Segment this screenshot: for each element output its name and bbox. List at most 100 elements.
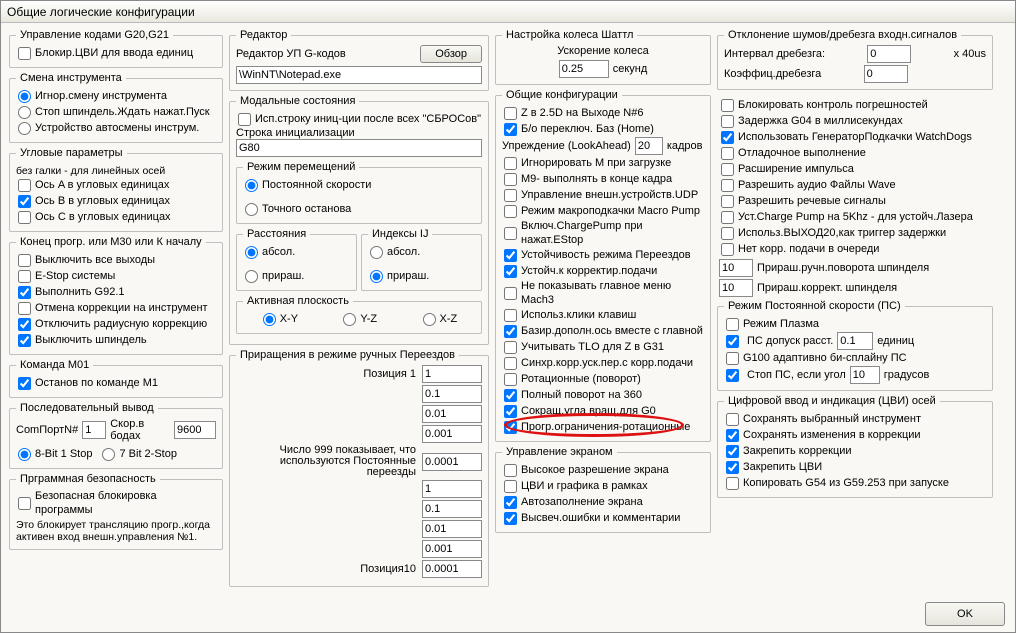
- savetool-checkbox[interactable]: Сохранять выбранный инструмент: [724, 411, 986, 427]
- lookahead-input[interactable]: [635, 137, 663, 155]
- dist-abs-radio[interactable]: абсол.: [243, 244, 295, 260]
- speak-checkbox[interactable]: Разрешить речевые сигналы: [719, 193, 991, 209]
- auto-change-radio[interactable]: Устройство автосмены инструм.: [16, 120, 216, 136]
- inc-6-input[interactable]: [422, 480, 482, 498]
- fullrot-checkbox[interactable]: Полный поворот на 360: [502, 387, 704, 403]
- inc-8-input[interactable]: [422, 520, 482, 538]
- ij-abs-radio[interactable]: абсол.: [368, 244, 420, 260]
- init-reset-checkbox[interactable]: Исп.строку иниц-ции после всех "СБРОСов": [236, 111, 482, 127]
- nohome-checkbox[interactable]: Б/о переключ. Баз (Home): [502, 121, 704, 137]
- plane-xy-radio[interactable]: X-Y: [261, 311, 298, 327]
- copyg54-checkbox[interactable]: Копировать G54 из G59.253 при запуске: [724, 475, 986, 491]
- debug-checkbox[interactable]: Отладочное выполнение: [719, 145, 991, 161]
- inc-1-input[interactable]: [422, 365, 482, 383]
- shortrot-checkbox[interactable]: Сокращ.угла вращ.для G0: [502, 403, 704, 419]
- spindleoff-checkbox[interactable]: Выключить шпиндель: [16, 332, 216, 348]
- stopangle-input[interactable]: [850, 366, 880, 384]
- inc-5-input[interactable]: [422, 453, 482, 471]
- lockcorr-checkbox[interactable]: Закрепить коррекции: [724, 443, 986, 459]
- shuttle-accel-label: Ускорение колеса: [502, 45, 704, 57]
- feedcorr-checkbox[interactable]: Устойч.к корректир.подачи: [502, 263, 704, 279]
- proglimit-checkbox[interactable]: Прогр.ограничения-ротационные: [502, 419, 704, 435]
- plasma-checkbox[interactable]: Режим Плазма: [724, 316, 986, 332]
- noise-coeff-label: Коэффиц.дребезга: [724, 68, 821, 80]
- autofill-checkbox[interactable]: Автозаполнение экрана: [502, 494, 704, 510]
- axis-a-checkbox[interactable]: Ось A в угловых единицах: [16, 177, 216, 193]
- constvel-radio[interactable]: Постоянной скорости: [243, 177, 371, 193]
- m9end-checkbox[interactable]: M9- выполнять в конце кадра: [502, 171, 704, 187]
- init-string-input[interactable]: [236, 139, 482, 157]
- jogstable-checkbox[interactable]: Устойчивость режима Переездов: [502, 247, 704, 263]
- impext-checkbox[interactable]: Расширение импульса: [719, 161, 991, 177]
- group-safety: Прграммная безопасность Безопасная блоки…: [9, 473, 223, 550]
- spcorrinc-label: Прираш.коррект. шпинделя: [757, 282, 897, 294]
- inc-2-input[interactable]: [422, 385, 482, 403]
- inc-3-input[interactable]: [422, 405, 482, 423]
- dist-inc-radio[interactable]: прираш.: [243, 268, 304, 284]
- angular-note: без галки - для линейных осей: [16, 165, 216, 177]
- lockacc-checkbox[interactable]: Блокировать контроль погрешностей: [719, 97, 991, 113]
- watchdog-checkbox[interactable]: Использовать ГенераторПодкачки WatchDogs: [719, 129, 991, 145]
- g100-checkbox[interactable]: G100 адаптивно би-сплайну ПС: [724, 350, 986, 366]
- synccorr-checkbox[interactable]: Синхр.корр.уск.пер.с корр.подачи: [502, 355, 704, 371]
- plane-xz-radio[interactable]: X-Z: [421, 311, 458, 327]
- bit8-radio[interactable]: 8-Bit 1 Stop: [16, 446, 92, 462]
- ignore-toolchange-radio[interactable]: Игнор.смену инструмента: [16, 88, 216, 104]
- baud-input[interactable]: [174, 421, 216, 439]
- chpump5k-checkbox[interactable]: Уст.Charge Pump на 5Khz - для устойч.Лаз…: [719, 209, 991, 225]
- plane-yz-radio[interactable]: Y-Z: [341, 311, 377, 327]
- browse-button[interactable]: Обзор: [420, 45, 482, 63]
- inc-4-input[interactable]: [422, 425, 482, 443]
- ok-button[interactable]: OK: [925, 602, 1005, 626]
- udp-checkbox[interactable]: Управление внешн.устройств.UDP: [502, 187, 704, 203]
- tlo-checkbox[interactable]: Учитывать TLO для Z в G31: [502, 339, 704, 355]
- z25d-checkbox[interactable]: Z в 2.5D на Выходе N#6: [502, 105, 704, 121]
- lockcbi-checkbox[interactable]: Закрепить ЦВИ: [724, 459, 986, 475]
- radcorr-checkbox[interactable]: Отключить радиусную коррекцию: [16, 316, 216, 332]
- hires-checkbox[interactable]: Высокое разрешение экрана: [502, 462, 704, 478]
- group-angular: Угловые параметры без галки - для линейн…: [9, 147, 223, 232]
- wave-checkbox[interactable]: Разрешить аудио Файлы Wave: [719, 177, 991, 193]
- shuttle-accel-input[interactable]: [559, 60, 609, 78]
- off-all-checkbox[interactable]: Выключить все выходы: [16, 252, 216, 268]
- m1-stop-checkbox[interactable]: Останов по команде M1: [16, 375, 216, 391]
- rotational-checkbox[interactable]: Ротационные (поворот): [502, 371, 704, 387]
- framed-checkbox[interactable]: ЦВИ и графика в рамках: [502, 478, 704, 494]
- chargepump-checkbox[interactable]: Включ.ChargePump при нажат.EStop: [502, 219, 704, 247]
- out20-checkbox[interactable]: Использ.ВЫХОД20,как триггер задержки: [719, 225, 991, 241]
- editor-path-input[interactable]: [236, 66, 482, 84]
- showmenu-checkbox[interactable]: Не показывать главное меню Mach3: [502, 279, 704, 307]
- toolcorr-checkbox[interactable]: Отмена коррекции на инструмент: [16, 300, 216, 316]
- inc-9-input[interactable]: [422, 540, 482, 558]
- ignore-m-checkbox[interactable]: Игнорировать M при загрузке: [502, 155, 704, 171]
- spcorrinc-input[interactable]: [719, 279, 753, 297]
- bazir-checkbox[interactable]: Базир.дополн.ось вместе с главной: [502, 323, 704, 339]
- safety-lock-checkbox[interactable]: Безопасная блокировка программы: [16, 489, 216, 517]
- axis-b-checkbox[interactable]: Ось B в угловых единицах: [16, 193, 216, 209]
- estop-checkbox[interactable]: E-Stop системы: [16, 268, 216, 284]
- distallow-checkbox[interactable]: [726, 335, 739, 348]
- spmaninc-input[interactable]: [719, 259, 753, 277]
- pos1-label: Позиция 1: [276, 368, 416, 380]
- noqueue-checkbox[interactable]: Нет корр. подачи в очереди: [719, 241, 991, 257]
- axis-c-checkbox[interactable]: Ось C в угловых единицах: [16, 209, 216, 225]
- inc-10-input[interactable]: [422, 560, 482, 578]
- noise-interval-input[interactable]: [867, 45, 911, 63]
- stopangle-checkbox[interactable]: [726, 369, 739, 382]
- bit7-radio[interactable]: 7 Bit 2-Stop: [100, 446, 176, 462]
- inc-7-input[interactable]: [422, 500, 482, 518]
- savecorr-checkbox[interactable]: Сохранять изменения в коррекции: [724, 427, 986, 443]
- distallow-input[interactable]: [837, 332, 873, 350]
- stop-spindle-radio[interactable]: Стоп шпиндель.Ждать нажат.Пуск: [16, 104, 216, 120]
- ij-inc-radio[interactable]: прираш.: [368, 268, 429, 284]
- group-toolchange: Смена инструмента Игнор.смену инструмент…: [9, 72, 223, 143]
- keyclicks-checkbox[interactable]: Использ.клики клавиш: [502, 307, 704, 323]
- g921-checkbox[interactable]: Выполнить G92.1: [16, 284, 216, 300]
- exactstop-radio[interactable]: Точного останова: [243, 201, 351, 217]
- noise-coeff-input[interactable]: [864, 65, 908, 83]
- lock-cbi-checkbox[interactable]: Блокир.ЦВИ для ввода единиц: [16, 45, 216, 61]
- highlight-checkbox[interactable]: Высвеч.ошибки и комментарии: [502, 510, 704, 526]
- g04ms-checkbox[interactable]: Задержка G04 в миллисекундах: [719, 113, 991, 129]
- comport-input[interactable]: [82, 421, 106, 439]
- macropump-checkbox[interactable]: Режим макроподкачки Macro Pump: [502, 203, 704, 219]
